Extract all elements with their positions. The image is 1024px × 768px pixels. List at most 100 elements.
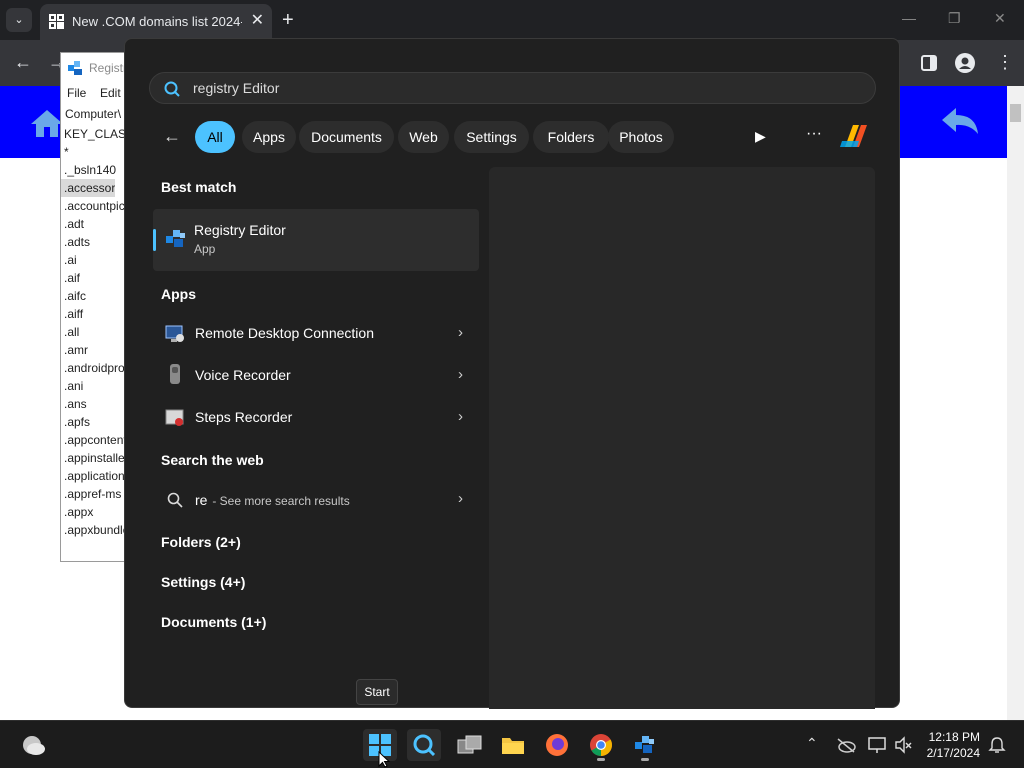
registry-key-item[interactable]: .adts xyxy=(61,233,131,251)
page-scrollbar[interactable] xyxy=(1007,86,1024,720)
more-options-button[interactable]: ··· xyxy=(806,125,822,143)
notification-bell-icon[interactable] xyxy=(988,736,1006,754)
side-panel-icon[interactable] xyxy=(920,54,938,72)
best-match-name: Registry Editor xyxy=(194,222,286,238)
search-input-value: registry Editor xyxy=(193,80,280,96)
registry-key-item[interactable]: .ai xyxy=(61,251,131,269)
web-search-suffix: - See more search results xyxy=(209,494,350,508)
filter-photos[interactable]: Photos xyxy=(608,121,674,153)
filter-apps[interactable]: Apps xyxy=(242,121,296,153)
registry-key-item[interactable]: .amr xyxy=(61,341,131,359)
registry-key-item[interactable]: .adt xyxy=(61,215,131,233)
start-tooltip: Start xyxy=(356,679,398,705)
home-icon[interactable] xyxy=(30,108,64,138)
app-result-remote-desktop[interactable]: Remote Desktop Connection › xyxy=(153,314,479,354)
return-arrow-icon[interactable] xyxy=(940,106,980,136)
best-match-type: App xyxy=(194,242,216,256)
app-result-voice-recorder[interactable]: Voice Recorder › xyxy=(153,356,479,396)
page-scrollbar-thumb[interactable] xyxy=(1010,104,1021,122)
firefox-button[interactable] xyxy=(540,729,574,761)
web-search-query: re xyxy=(195,492,208,508)
app-result-steps-recorder[interactable]: Steps Recorder › xyxy=(153,398,479,438)
steps-recorder-icon xyxy=(165,409,184,426)
back-arrow-icon[interactable]: ← xyxy=(163,126,181,147)
registry-key-item[interactable]: * xyxy=(61,143,131,161)
folders-heading[interactable]: Folders (2+) xyxy=(161,534,241,550)
registry-key-item[interactable]: .androidpro xyxy=(61,359,131,377)
menu-edit[interactable]: Edit xyxy=(100,86,121,100)
tab-close-icon[interactable]: ✕ xyxy=(251,12,264,30)
registry-key-item[interactable]: .application xyxy=(61,467,131,485)
best-match-result[interactable]: Registry Editor App xyxy=(153,209,479,271)
close-window-button[interactable]: ✕ xyxy=(994,10,1006,27)
registry-key-item[interactable]: .aif xyxy=(61,269,131,287)
weather-icon[interactable] xyxy=(20,733,46,757)
profile-icon[interactable] xyxy=(955,53,975,73)
address-bar[interactable]: Computer\ xyxy=(65,107,121,121)
chevron-right-icon[interactable]: › xyxy=(458,408,463,425)
play-icon[interactable]: ▶ xyxy=(755,128,766,145)
network-icon[interactable] xyxy=(868,736,886,754)
chevron-right-icon[interactable]: › xyxy=(458,366,463,383)
registry-editor-icon xyxy=(68,61,82,75)
back-arrow-icon[interactable]: ← xyxy=(14,52,32,73)
apps-heading: Apps xyxy=(161,286,196,302)
registry-key-tree: KEY_CLASSES*._bsln140.accessor.accountpi… xyxy=(61,125,131,539)
copilot-icon[interactable] xyxy=(839,121,871,151)
web-search-result[interactable]: re - See more search results › xyxy=(153,480,479,520)
volume-muted-icon[interactable] xyxy=(894,736,912,754)
registry-key-item[interactable]: .accessor xyxy=(61,179,115,197)
app-result-label: Remote Desktop Connection xyxy=(195,325,374,341)
browser-tab[interactable]: New .COM domains list 2024-0 ✕ xyxy=(40,4,272,40)
best-match-heading: Best match xyxy=(161,179,237,195)
registry-key-item[interactable]: .apfs xyxy=(61,413,131,431)
filter-folders[interactable]: Folders xyxy=(533,121,609,153)
remote-desktop-icon xyxy=(165,325,184,342)
filter-web[interactable]: Web xyxy=(398,121,449,153)
file-explorer-button[interactable] xyxy=(496,729,530,761)
chevron-right-icon[interactable]: › xyxy=(458,490,463,507)
registry-key-item[interactable]: .appref-ms xyxy=(61,485,131,503)
search-button[interactable] xyxy=(407,729,441,761)
registry-key-item[interactable]: .aiff xyxy=(61,305,131,323)
onedrive-icon[interactable] xyxy=(836,737,856,753)
tab-title: New .COM domains list 2024-0 xyxy=(72,14,242,29)
registry-key-item[interactable]: KEY_CLASSES xyxy=(61,125,131,143)
registry-key-item[interactable]: .ans xyxy=(61,395,131,413)
mouse-cursor-icon xyxy=(378,751,390,768)
registry-key-item[interactable]: ._bsln140 xyxy=(61,161,131,179)
search-web-heading: Search the web xyxy=(161,452,264,468)
task-view-button[interactable] xyxy=(452,729,486,761)
task-view-icon xyxy=(457,735,482,754)
running-indicator xyxy=(641,758,649,761)
minimize-button[interactable]: — xyxy=(902,10,916,26)
registry-key-item[interactable]: .aifc xyxy=(61,287,131,305)
chrome-button[interactable] xyxy=(584,729,618,761)
registry-editor-icon xyxy=(635,736,654,753)
filter-settings[interactable]: Settings xyxy=(454,121,529,153)
registry-key-item[interactable]: .ani xyxy=(61,377,131,395)
search-icon xyxy=(413,734,435,756)
registry-editor-taskbar-button[interactable] xyxy=(628,729,662,761)
filter-documents[interactable]: Documents xyxy=(299,121,394,153)
registry-key-item[interactable]: .all xyxy=(61,323,131,341)
registry-editor-window[interactable]: Registry File Edit Computer\ KEY_CLASSES… xyxy=(60,52,133,562)
search-input[interactable]: registry Editor xyxy=(149,72,876,104)
system-clock[interactable]: 12:18 PM 2/17/2024 xyxy=(927,729,980,761)
settings-heading[interactable]: Settings (4+) xyxy=(161,574,245,590)
tab-list-button[interactable]: ⌄ xyxy=(6,8,32,32)
browser-menu-icon[interactable]: ⋮ xyxy=(996,52,1014,73)
documents-heading[interactable]: Documents (1+) xyxy=(161,614,266,630)
app-result-label: Voice Recorder xyxy=(195,367,291,383)
registry-key-item[interactable]: .appcontent xyxy=(61,431,131,449)
filter-all[interactable]: All xyxy=(195,121,235,153)
registry-key-item[interactable]: .appinstaller xyxy=(61,449,131,467)
registry-key-item[interactable]: .appx xyxy=(61,503,131,521)
new-tab-button[interactable]: + xyxy=(282,8,294,32)
registry-key-item[interactable]: .appxbundle xyxy=(61,521,131,539)
tray-chevron-icon[interactable]: ⌃ xyxy=(806,735,818,752)
chevron-right-icon[interactable]: › xyxy=(458,324,463,341)
registry-key-item[interactable]: .accountpic xyxy=(61,197,131,215)
menu-file[interactable]: File xyxy=(67,86,86,100)
restore-button[interactable]: ❐ xyxy=(948,10,961,27)
